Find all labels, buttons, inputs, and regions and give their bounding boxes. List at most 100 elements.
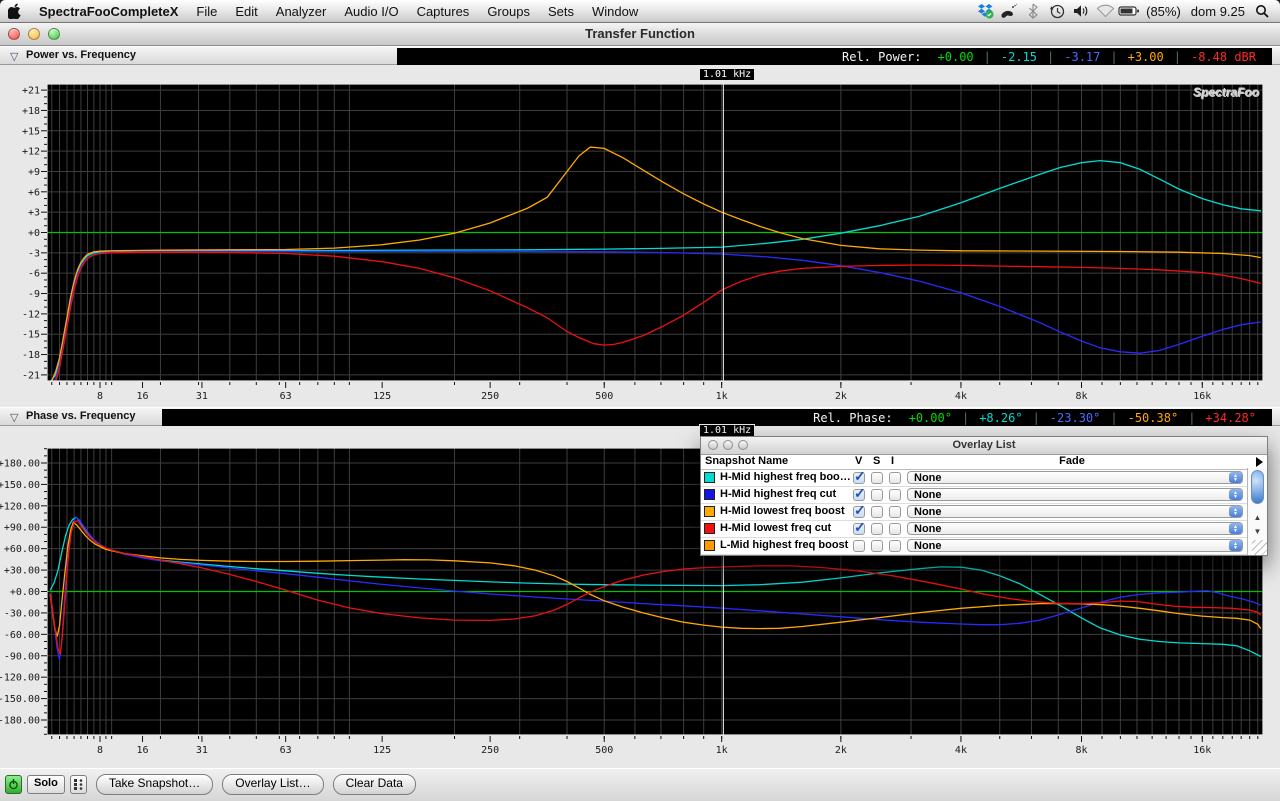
take-snapshot-button[interactable]: Take Snapshot… bbox=[95, 774, 214, 795]
zoom-button[interactable] bbox=[48, 28, 60, 40]
menu-clock[interactable]: dom 9.25 bbox=[1186, 4, 1250, 19]
phase-disclosure-triangle[interactable]: ▽ bbox=[10, 411, 18, 424]
snapshot-color-swatch[interactable] bbox=[704, 489, 715, 500]
snapshot-row[interactable]: H-Mid lowest freq cut None ▲▼ bbox=[701, 519, 1267, 538]
column-snapshot-name[interactable]: Snapshot Name bbox=[705, 455, 788, 467]
column-fade[interactable]: Fade bbox=[907, 455, 1237, 467]
x-axis-tick-label: 16k bbox=[1193, 391, 1211, 402]
bluetooth-menu-icon[interactable] bbox=[1021, 0, 1045, 22]
overlay-close-button[interactable] bbox=[708, 440, 718, 450]
header-expand-arrow-icon[interactable] bbox=[1256, 457, 1263, 467]
fade-select[interactable]: None ▲ ▼ bbox=[907, 522, 1243, 535]
battery-menu-icon[interactable] bbox=[1117, 0, 1141, 22]
x-axis-tick-label: 250 bbox=[481, 391, 499, 402]
v-checkbox[interactable] bbox=[853, 502, 866, 519]
dropbox-icon bbox=[977, 4, 994, 19]
power-readout-label: Rel. Power: bbox=[842, 49, 922, 64]
battery-percent[interactable]: (85%) bbox=[1141, 4, 1186, 19]
solo-button[interactable]: Solo bbox=[27, 775, 65, 794]
volume-menu-icon[interactable] bbox=[1069, 0, 1093, 22]
v-checkbox[interactable] bbox=[853, 540, 865, 552]
resize-grip[interactable] bbox=[1252, 540, 1267, 555]
scroll-down-arrow-icon[interactable]: ▼ bbox=[1250, 524, 1265, 539]
i-checkbox[interactable] bbox=[889, 472, 901, 484]
power-cursor-tag[interactable]: 1.01 kHz bbox=[699, 68, 756, 81]
minimize-button[interactable] bbox=[28, 28, 40, 40]
fade-stepper-icon[interactable]: ▲ ▼ bbox=[1229, 523, 1242, 534]
scroll-up-arrow-icon[interactable]: ▲ bbox=[1250, 510, 1265, 525]
fade-value: None bbox=[914, 540, 942, 552]
wifi-menu-icon[interactable] bbox=[1093, 0, 1117, 22]
phone-icon bbox=[1001, 3, 1018, 18]
routing-button[interactable] bbox=[69, 775, 87, 794]
power-symbol-icon bbox=[9, 779, 18, 790]
menu-item-analyzer[interactable]: Analyzer bbox=[267, 4, 336, 19]
s-checkbox[interactable] bbox=[871, 540, 883, 552]
snapshot-row[interactable]: H-Mid lowest freq boost None ▲▼ bbox=[701, 502, 1267, 521]
v-checkbox[interactable] bbox=[853, 468, 866, 485]
v-checkbox[interactable] bbox=[853, 519, 866, 536]
v-checkbox[interactable] bbox=[853, 485, 866, 502]
menu-item-edit[interactable]: Edit bbox=[226, 4, 266, 19]
i-checkbox[interactable] bbox=[889, 489, 901, 501]
fade-select[interactable]: None ▲ ▼ bbox=[907, 539, 1243, 552]
menu-item-sets[interactable]: Sets bbox=[539, 4, 583, 19]
overlay-list-button[interactable]: Overlay List… bbox=[222, 774, 324, 795]
snapshot-color-swatch[interactable] bbox=[704, 540, 715, 551]
i-checkbox[interactable] bbox=[889, 506, 901, 518]
overlay-list-title-bar[interactable]: Overlay List bbox=[701, 437, 1267, 455]
y-axis-tick-label: +0 bbox=[28, 228, 40, 239]
snapshot-row[interactable]: H-Mid highest freq boo… None ▲▼ bbox=[701, 468, 1267, 487]
dropbox-menu-icon[interactable] bbox=[973, 0, 997, 22]
snapshot-color-swatch[interactable] bbox=[704, 523, 715, 534]
power-plot: 8 16 31 63 125 250 500 1k 2k 4k 8k 16k +21 +18 +15 +12 +… bbox=[22, 84, 1264, 402]
overlay-scrollbar[interactable]: ▲ ▼ bbox=[1247, 468, 1267, 555]
snapshot-row[interactable]: L-Mid highest freq boost None ▲ ▼ bbox=[701, 538, 1267, 555]
fade-select[interactable]: None ▲ ▼ bbox=[907, 471, 1243, 484]
time-machine-menu-icon[interactable] bbox=[1045, 0, 1069, 22]
clear-data-button[interactable]: Clear Data bbox=[332, 774, 416, 795]
x-axis-tick-label: 31 bbox=[196, 391, 208, 402]
app-menu[interactable]: SpectraFooCompleteX bbox=[30, 4, 187, 19]
power-led-button[interactable] bbox=[5, 775, 22, 794]
column-visible[interactable]: V bbox=[855, 455, 862, 467]
scrollbar-thumb[interactable] bbox=[1251, 470, 1264, 504]
spotlight-menu-icon[interactable] bbox=[1250, 0, 1274, 22]
close-button[interactable] bbox=[8, 28, 20, 40]
snapshot-color-swatch[interactable] bbox=[704, 506, 715, 517]
menu-item-captures[interactable]: Captures bbox=[408, 4, 479, 19]
s-checkbox[interactable] bbox=[871, 523, 883, 535]
snapshot-row[interactable]: H-Mid highest freq cut None ▲▼ bbox=[701, 485, 1267, 504]
fade-select[interactable]: None ▲ ▼ bbox=[907, 505, 1243, 518]
menu-bar: SpectraFooCompleteX File Edit Analyzer Audi… bbox=[0, 0, 1280, 23]
s-checkbox[interactable] bbox=[871, 489, 883, 501]
phone-menu-icon[interactable] bbox=[997, 0, 1021, 22]
column-solo[interactable]: S bbox=[873, 455, 880, 467]
phase-section-header: ▽ Phase vs. Frequency Rel. Phase: +0.00°… bbox=[0, 407, 1280, 426]
fade-stepper-icon[interactable]: ▲ ▼ bbox=[1229, 489, 1242, 500]
column-invert[interactable]: I bbox=[891, 455, 894, 467]
s-checkbox[interactable] bbox=[871, 506, 883, 518]
fade-stepper-icon[interactable]: ▲ ▼ bbox=[1229, 540, 1242, 551]
menu-item-window[interactable]: Window bbox=[583, 4, 647, 19]
overlay-zoom-button[interactable] bbox=[738, 440, 748, 450]
menu-item-audio-i-o[interactable]: Audio I/O bbox=[335, 4, 407, 19]
overlay-minimize-button[interactable] bbox=[723, 440, 733, 450]
fade-stepper-icon[interactable]: ▲ ▼ bbox=[1229, 506, 1242, 517]
bluetooth-icon bbox=[1028, 3, 1038, 19]
fade-select[interactable]: None ▲ ▼ bbox=[907, 488, 1243, 501]
power-disclosure-triangle[interactable]: ▽ bbox=[10, 50, 18, 63]
apple-menu[interactable] bbox=[0, 3, 30, 19]
snapshot-color-swatch[interactable] bbox=[704, 472, 715, 483]
window-title: Transfer Function bbox=[585, 26, 695, 41]
spotlight-icon bbox=[1255, 4, 1269, 18]
menu-item-file[interactable]: File bbox=[187, 4, 226, 19]
s-checkbox[interactable] bbox=[871, 472, 883, 484]
readout-value: +3.00 bbox=[1127, 49, 1164, 64]
i-checkbox[interactable] bbox=[889, 523, 901, 535]
menu-item-groups[interactable]: Groups bbox=[478, 4, 539, 19]
fade-stepper-icon[interactable]: ▲ ▼ bbox=[1229, 472, 1242, 483]
overlay-list-header-row: Snapshot Name V S I Fade bbox=[701, 455, 1267, 470]
i-checkbox[interactable] bbox=[889, 540, 901, 552]
window-title-bar[interactable]: Transfer Function bbox=[0, 23, 1280, 46]
